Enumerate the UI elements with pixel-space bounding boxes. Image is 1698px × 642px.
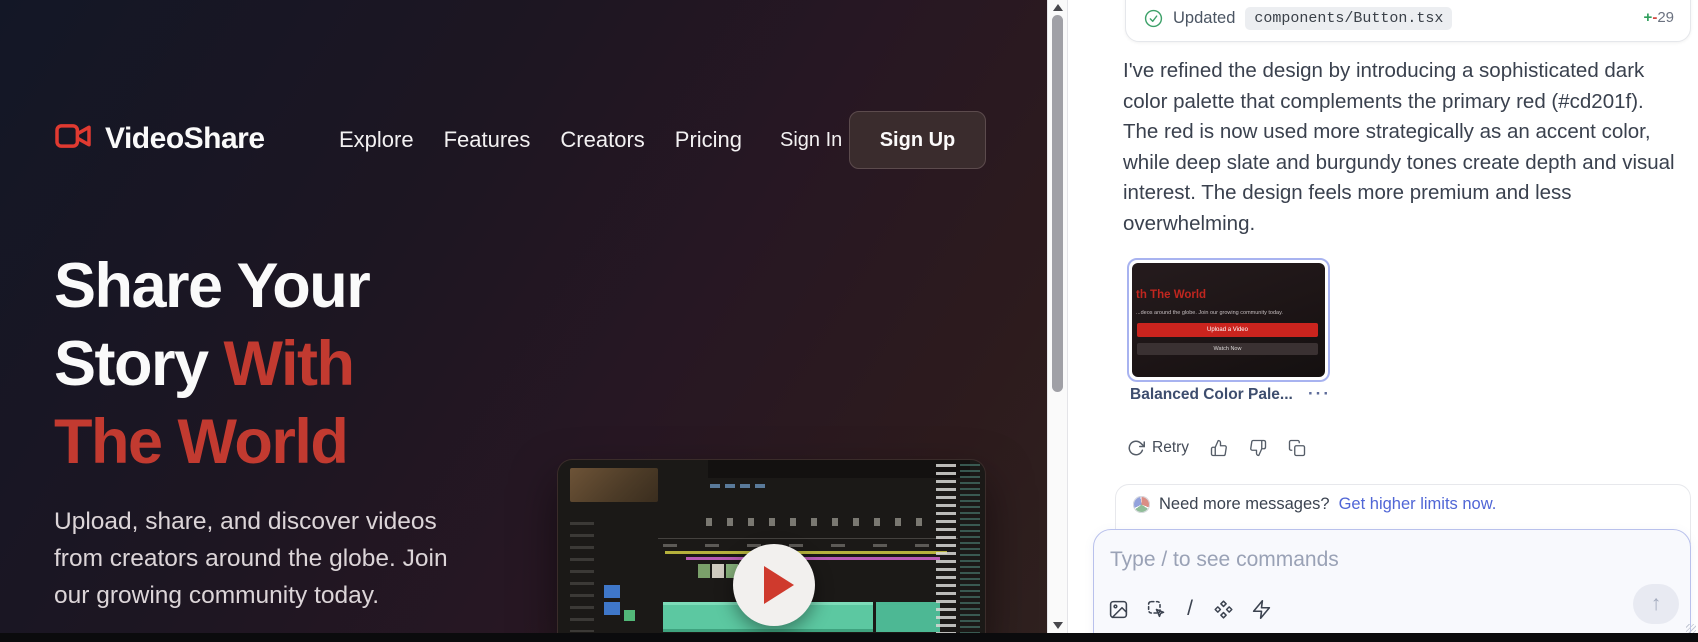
editor-magenta-track-line bbox=[686, 557, 940, 560]
diamonds-icon[interactable] bbox=[1213, 599, 1234, 620]
editor-source-monitor bbox=[570, 468, 658, 502]
composer-toolbar: / bbox=[1108, 594, 1272, 624]
retry-label: Retry bbox=[1152, 439, 1189, 457]
usage-pie-icon bbox=[1133, 496, 1150, 513]
vertical-scrollbar[interactable] bbox=[1047, 0, 1068, 642]
retry-button[interactable]: Retry bbox=[1127, 439, 1189, 457]
artifact-preview-heading: th The World bbox=[1136, 289, 1206, 301]
hero-line3: The World bbox=[54, 407, 347, 477]
editor-blue-clip-1 bbox=[604, 585, 620, 598]
website-preview-pane: VideoShare Explore Features Creators Pri… bbox=[0, 0, 1047, 642]
copy-icon bbox=[1288, 439, 1306, 457]
editor-yellow-track-line bbox=[665, 551, 947, 554]
hero-line2-red: With bbox=[224, 329, 354, 399]
artifact-preview: th The World ...deos around the globe. J… bbox=[1132, 263, 1325, 377]
message-action-row: Retry bbox=[1127, 437, 1306, 459]
element-select-icon[interactable] bbox=[1146, 599, 1167, 620]
diff-stats: +-29 bbox=[1644, 9, 1674, 26]
editor-blue-clip-2 bbox=[604, 602, 620, 615]
retry-icon bbox=[1127, 439, 1145, 457]
video-camera-icon bbox=[53, 120, 93, 157]
artifact-ellipsis-menu-icon[interactable]: ··· bbox=[1308, 384, 1331, 404]
sign-up-button[interactable]: Sign Up bbox=[849, 111, 986, 169]
chat-composer[interactable]: / ↑ bbox=[1093, 529, 1691, 642]
thumbs-up-icon bbox=[1210, 439, 1228, 457]
screenshot-root: VideoShare Explore Features Creators Pri… bbox=[0, 0, 1698, 642]
diff-additions-sign: + bbox=[1644, 9, 1653, 26]
play-icon bbox=[764, 566, 794, 604]
editor-timecode bbox=[710, 484, 770, 488]
check-circle-icon bbox=[1144, 9, 1163, 28]
update-action-label: Updated bbox=[1173, 9, 1235, 28]
nav-link-creators[interactable]: Creators bbox=[560, 127, 644, 153]
copy-button[interactable] bbox=[1288, 439, 1306, 457]
editor-tool-column bbox=[570, 522, 594, 632]
chat-input[interactable] bbox=[1110, 543, 1550, 577]
file-update-card[interactable]: Updated components/Button.tsx +-29 bbox=[1125, 0, 1691, 42]
editor-transport-controls bbox=[706, 518, 936, 526]
brand-logo[interactable]: VideoShare bbox=[53, 120, 265, 157]
site-header: VideoShare Explore Features Creators Pri… bbox=[0, 104, 1047, 176]
site-nav: Explore Features Creators Pricing bbox=[339, 104, 742, 176]
thumbs-down-icon bbox=[1249, 439, 1267, 457]
assistant-message: I've refined the design by introducing a… bbox=[1123, 56, 1698, 239]
limits-row: Need more messages? Get higher limits no… bbox=[1133, 495, 1496, 514]
slash-command-icon[interactable]: / bbox=[1184, 597, 1196, 621]
editor-timeline-ticks bbox=[663, 544, 953, 547]
lightning-icon[interactable] bbox=[1251, 599, 1272, 620]
diff-count: 29 bbox=[1657, 9, 1674, 26]
updated-file-chip[interactable]: components/Button.tsx bbox=[1245, 7, 1452, 30]
artifact-preview-primary-button: Upload a Video bbox=[1137, 323, 1318, 337]
editor-minimap-strip bbox=[936, 464, 956, 638]
artifact-preview-subtitle: ...deos around the globe. Join our growi… bbox=[1136, 310, 1318, 316]
file-update-row: Updated components/Button.tsx bbox=[1144, 7, 1452, 30]
artifact-title[interactable]: Balanced Color Pale... bbox=[1130, 386, 1293, 404]
hero-line1: Share Your bbox=[54, 251, 369, 321]
play-button[interactable] bbox=[733, 544, 815, 626]
artifact-preview-secondary-button: Watch Now bbox=[1137, 343, 1318, 355]
editor-code-column bbox=[960, 464, 980, 638]
bottom-edge-strip bbox=[0, 633, 1698, 642]
nav-link-pricing[interactable]: Pricing bbox=[675, 127, 742, 153]
image-attach-icon[interactable] bbox=[1108, 599, 1129, 620]
nav-link-features[interactable]: Features bbox=[444, 127, 531, 153]
hero-subtitle: Upload, share, and discover videos from … bbox=[54, 503, 448, 614]
editor-timeline-ruler bbox=[658, 538, 958, 539]
send-button[interactable]: ↑ bbox=[1633, 584, 1679, 624]
editor-green-clip bbox=[624, 610, 635, 621]
limits-text: Need more messages? bbox=[1159, 495, 1330, 514]
hero-line2-white: Story bbox=[54, 329, 224, 399]
scrollbar-down-arrow-icon[interactable] bbox=[1053, 622, 1063, 629]
window-resize-handle[interactable] bbox=[1686, 624, 1696, 633]
editor-top-panel bbox=[708, 460, 970, 478]
hero-heading: Share Your Story With The World bbox=[54, 247, 369, 481]
sign-in-link[interactable]: Sign In bbox=[780, 104, 842, 176]
editor-teal-clip-right bbox=[876, 602, 940, 632]
get-higher-limits-link[interactable]: Get higher limits now. bbox=[1339, 495, 1497, 514]
nav-link-explore[interactable]: Explore bbox=[339, 127, 414, 153]
video-editor-thumbnail bbox=[558, 460, 985, 642]
artifact-thumbnail[interactable]: th The World ...deos around the globe. J… bbox=[1127, 258, 1330, 382]
brand-name: VideoShare bbox=[105, 122, 265, 156]
scrollbar-up-arrow-icon[interactable] bbox=[1053, 4, 1063, 11]
chat-pane: Updated components/Button.tsx +-29 I've … bbox=[1069, 0, 1698, 642]
send-arrow-icon: ↑ bbox=[1651, 592, 1662, 616]
thumbs-down-button[interactable] bbox=[1249, 439, 1267, 457]
scrollbar-thumb[interactable] bbox=[1052, 15, 1063, 392]
thumbs-up-button[interactable] bbox=[1210, 439, 1228, 457]
